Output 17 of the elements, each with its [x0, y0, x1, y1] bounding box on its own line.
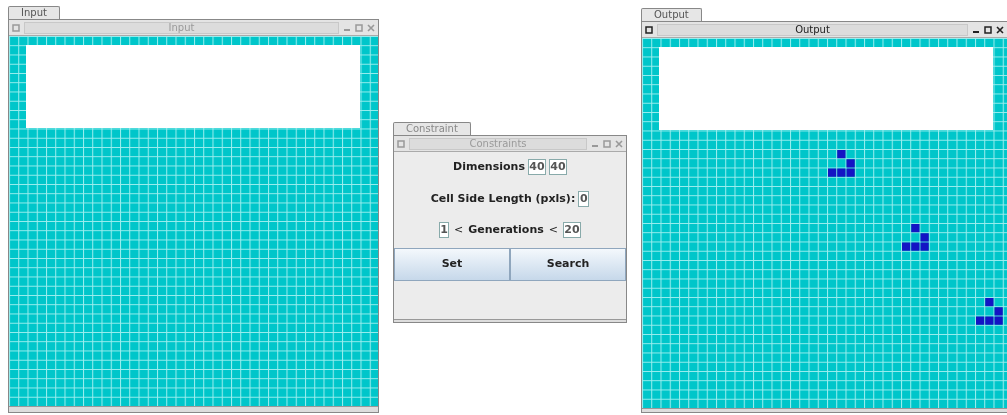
field-label: Dimensions — [453, 159, 525, 175]
field-label: Cell Side Length (pxls): — [430, 190, 576, 207]
field-label: Generations — [468, 222, 544, 238]
input-field[interactable]: 1 — [439, 222, 449, 239]
less-than-sign: < — [454, 222, 464, 238]
action-button[interactable]: Search — [510, 247, 626, 281]
window-tab[interactable]: Input — [8, 6, 60, 19]
input-field[interactable]: 0 — [578, 190, 590, 207]
input-field[interactable]: 40 — [527, 159, 546, 176]
input-field[interactable]: 20 — [563, 222, 581, 239]
less-than-sign: < — [548, 222, 558, 238]
window-tab[interactable]: Output — [641, 8, 702, 21]
window-title: Input — [24, 21, 339, 34]
input-field[interactable]: 40 — [548, 159, 567, 176]
window-title: Constraints — [409, 137, 587, 150]
action-button[interactable]: Set — [394, 247, 510, 281]
window-title: Output — [657, 23, 968, 36]
